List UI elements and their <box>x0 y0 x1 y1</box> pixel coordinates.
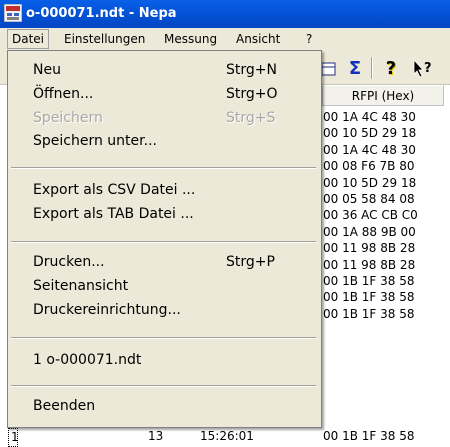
menu-item-label: Speichern <box>33 110 103 126</box>
row-count-cell: 13 <box>148 429 164 443</box>
menu-item-print[interactable]: Drucken... Strg+P <box>8 251 319 273</box>
menu-item-export-csv[interactable]: Export als CSV Datei ... <box>8 179 319 201</box>
menu-item-preview[interactable]: Seitenansicht <box>8 275 319 297</box>
menu-item-new[interactable]: Neu Strg+N <box>8 59 319 81</box>
menu-messung[interactable]: Messung <box>164 31 217 48</box>
menu-item-label: Export als TAB Datei ... <box>33 206 194 222</box>
datei-menu: Neu Strg+N Öffnen... Strg+O Speichern St… <box>7 50 322 428</box>
menu-item-label: Seitenansicht <box>33 278 129 294</box>
column-header-rfpi[interactable]: RFPI (Hex) <box>322 85 444 106</box>
rfpi-cell: 00 1B 1F 38 58 <box>323 290 415 305</box>
menu-item-shortcut: Strg+S <box>226 110 276 126</box>
table-icon <box>321 62 336 76</box>
menu-item-shortcut: Strg+O <box>226 86 278 102</box>
menu-item-open[interactable]: Öffnen... Strg+O <box>8 83 319 105</box>
menu-separator <box>11 241 316 243</box>
menu-item-shortcut: Strg+N <box>226 62 277 78</box>
rfpi-cell: 00 11 98 8B 28 <box>323 241 416 256</box>
menu-einstellungen[interactable]: Einstellungen <box>64 31 145 48</box>
menu-item-print-setup[interactable]: Druckereinrichtung... <box>8 299 319 321</box>
window-title: o-000071.ndt - Nepa <box>26 6 177 21</box>
row-time-cell: 15:26:01 <box>200 429 254 443</box>
rfpi-cell: 00 1B 1F 38 58 <box>323 306 415 321</box>
rfpi-cell: 00 10 5D 29 18 <box>323 126 417 141</box>
help-icon: ? <box>385 58 397 79</box>
rfpi-cell: 00 1A 4C 48 30 <box>323 110 416 124</box>
menu-item-recent-file[interactable]: 1 o-000071.ndt <box>8 349 319 371</box>
menu-separator <box>11 167 316 169</box>
menubar: Datei Einstellungen Messung Ansicht ? <box>0 28 450 51</box>
menu-help[interactable]: ? <box>306 31 312 48</box>
context-help-icon: ? <box>413 58 432 78</box>
menu-item-exit[interactable]: Beenden <box>8 395 319 417</box>
menu-item-label: Beenden <box>33 398 96 414</box>
rfpi-cell: 00 05 58 84 08 <box>323 192 415 206</box>
menu-item-label: 1 o-000071.ndt <box>33 352 142 368</box>
sigma-icon: Σ <box>348 58 362 79</box>
rfpi-cell: 00 1A 4C 48 30 <box>323 142 416 157</box>
menu-ansicht[interactable]: Ansicht <box>236 31 280 48</box>
rfpi-cell: 00 1A 88 9B 00 <box>323 224 416 239</box>
menu-item-label: Neu <box>33 62 61 78</box>
rfpi-cell: 00 1B 1F 38 58 <box>323 274 415 288</box>
sum-button[interactable]: Σ <box>344 58 366 80</box>
help-button[interactable]: ? <box>380 58 402 80</box>
rfpi-cell: 00 10 5D 29 18 <box>323 175 417 190</box>
title-bar: o-000071.ndt - Nepa <box>0 0 450 28</box>
row-id-cell[interactable]: 1 <box>8 428 19 447</box>
menu-item-save: Speichern Strg+S <box>8 107 319 129</box>
rfpi-cell: 00 11 98 8B 28 <box>323 257 416 272</box>
menu-item-label: Drucken... <box>33 254 105 270</box>
menu-item-label: Export als CSV Datei ... <box>33 182 196 198</box>
svg-text:?: ? <box>424 61 432 76</box>
menu-separator <box>11 337 316 339</box>
menu-separator <box>11 385 316 387</box>
context-help-button[interactable]: ? <box>412 58 434 80</box>
menu-item-save-as[interactable]: Speichern unter... <box>8 130 319 152</box>
rfpi-cell: 00 36 AC CB C0 <box>323 208 418 223</box>
menu-item-label: Speichern unter... <box>33 133 157 149</box>
row-rfpi-cell: 00 1B 1F 38 58 <box>323 429 415 443</box>
menu-item-shortcut: Strg+P <box>226 254 275 270</box>
rfpi-cell: 00 08 F6 7B 80 <box>323 159 415 174</box>
app-icon <box>4 4 22 22</box>
menu-item-export-tab[interactable]: Export als TAB Datei ... <box>8 203 319 225</box>
menu-datei[interactable]: Datei <box>7 29 50 49</box>
menu-item-label: Druckereinrichtung... <box>33 302 181 318</box>
toolbar-separator <box>371 57 373 79</box>
menu-item-label: Öffnen... <box>33 86 94 102</box>
